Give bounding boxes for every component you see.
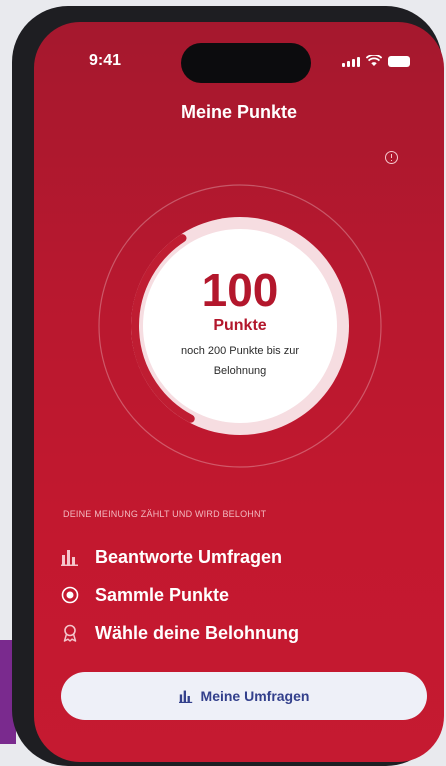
page-title: Meine Punkte [180,102,298,122]
steps-list: Beantworte Umfragen Sammle Punkte Wähle … [61,538,299,652]
section-header: DEINE MEINUNG ZÄHLT UND WIRD BELOHNT [63,509,267,519]
step-label: Beantworte Umfragen [95,546,283,567]
status-time: 9:41 [89,52,122,69]
step-answer-surveys: Beantworte Umfragen [61,538,299,576]
bar-chart-icon [61,550,78,566]
points-value: 100 [201,264,279,316]
points-ring: 100 Punkte noch 200 Punkte bis zur Beloh… [98,184,382,468]
app-screen: 9:41 Meine Punkte 100 Punkte noch 200 Pu… [34,22,444,762]
step-collect-points: Sammle Punkte [61,576,299,614]
radio-target-icon [61,586,79,604]
award-ribbon-icon [63,624,77,642]
points-summary: 100 Punkte noch 200 Punkte bis zur Beloh… [98,184,382,468]
points-label: Punkte [213,317,267,334]
step-choose-reward: Wähle deine Belohnung [61,614,299,652]
step-label: Sammle Punkte [95,584,230,605]
bar-chart-icon [178,690,192,703]
status-bar: 9:41 [34,22,444,83]
info-icon[interactable] [385,151,398,164]
battery-icon [388,55,410,67]
my-surveys-button[interactable]: Meine Umfragen [61,672,427,720]
status-icons [342,55,410,67]
step-label: Wähle deine Belohnung [95,622,300,643]
phone-frame: 9:41 Meine Punkte 100 Punkte noch 200 Pu… [12,6,444,766]
my-surveys-label: Meine Umfragen [200,688,310,704]
points-note: noch 200 Punkte bis zur Belohnung [180,345,300,377]
signal-icon [342,56,360,67]
dynamic-island [181,43,311,83]
wifi-icon [366,55,382,66]
